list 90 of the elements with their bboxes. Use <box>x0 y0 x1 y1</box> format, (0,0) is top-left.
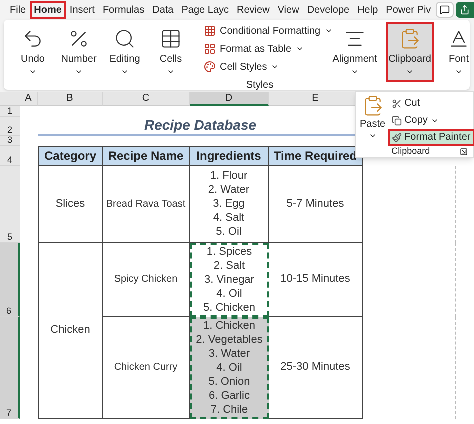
scissors-icon <box>392 98 402 108</box>
caret-icon <box>455 68 463 76</box>
ribbon-button[interactable]: Editing <box>104 22 146 82</box>
table-grid-icon <box>204 43 216 55</box>
ribbon-tab[interactable]: Help <box>354 1 382 19</box>
ingredient-text: 2. Vegetables <box>196 333 263 347</box>
ribbon-menu-item[interactable]: Format as Table <box>204 40 304 58</box>
font-color-icon <box>448 28 470 50</box>
ingredient-text: 5. Chicken <box>204 301 256 315</box>
column-header[interactable]: A <box>20 92 38 106</box>
row-header[interactable]: 3 <box>0 136 20 146</box>
share-icon <box>460 5 470 15</box>
ingredient-text: 2. Salt <box>214 259 246 273</box>
ingredient-text: 4. Oil <box>216 361 242 375</box>
menu-item[interactable]: Format Painter <box>388 129 474 146</box>
ribbon-tab[interactable]: Develope <box>303 1 354 19</box>
caret-icon <box>406 68 414 76</box>
ribbon-tab[interactable]: Power Piv <box>382 1 436 19</box>
ribbon-tab[interactable]: File <box>6 1 30 19</box>
ingredient-text: 5. Oil <box>216 225 242 239</box>
table-cell: Chicken <box>38 243 103 419</box>
ingredient-text: 1. Spices <box>206 245 252 259</box>
menu-item[interactable]: Copy <box>388 112 443 129</box>
column-heading: Recipe Name <box>103 146 190 166</box>
comment-icon <box>440 5 450 15</box>
column-heading: Category <box>38 146 103 166</box>
ribbon-tab[interactable]: Home <box>30 1 66 19</box>
ingredient-text: 4. Salt <box>213 211 245 225</box>
column-header[interactable]: B <box>38 92 103 106</box>
ingredient-text: 1. Chicken <box>204 319 256 333</box>
caret-icon <box>296 45 304 53</box>
menu-item[interactable]: Cut <box>388 95 424 112</box>
row-header[interactable]: 6 <box>0 243 20 317</box>
grid-icon <box>204 25 216 37</box>
table-cell: 5-7 Minutes <box>269 166 363 243</box>
ingredient-text: 5. Onion <box>208 375 250 389</box>
ingredient-text: 4. Oil <box>216 287 242 301</box>
caret-icon <box>121 68 129 76</box>
ribbon-tab[interactable]: Review <box>233 1 274 19</box>
column-header[interactable]: C <box>103 92 190 106</box>
ribbon-tab[interactable]: Data <box>148 1 178 19</box>
ingredient-text: 1. Flour <box>210 169 248 183</box>
column-heading: Ingredients <box>190 146 269 166</box>
undo-icon <box>22 28 44 50</box>
caret-icon <box>167 68 175 76</box>
column-heading: Time Required <box>269 146 363 166</box>
row-header[interactable]: 4 <box>0 146 20 166</box>
palette-icon <box>204 61 216 73</box>
caret-icon <box>324 27 333 35</box>
group-label: Clipboard <box>392 146 430 157</box>
table-cell: Slices <box>38 166 103 243</box>
caret-icon <box>271 63 280 71</box>
caret-icon <box>29 68 37 76</box>
ribbon-tab[interactable]: Page Layc <box>178 1 234 19</box>
ingredient-text: 3. Egg <box>213 197 245 211</box>
caret-icon <box>75 68 83 76</box>
row-header[interactable]: 1 <box>0 106 20 117</box>
ribbon-button[interactable]: Cells <box>150 22 192 82</box>
ribbon-button[interactable]: Number <box>58 22 100 82</box>
share-button[interactable] <box>456 2 474 18</box>
ribbon-button[interactable]: Undo <box>12 22 54 82</box>
dialog-launcher-icon <box>460 148 468 156</box>
row-header[interactable]: 5 <box>0 166 20 243</box>
paintbrush-icon <box>392 132 402 142</box>
percent-icon <box>68 28 90 50</box>
table-cell: 10-15 Minutes <box>269 243 363 317</box>
caret-icon <box>368 132 377 140</box>
ribbon-tab[interactable]: View <box>274 1 304 19</box>
paste-button[interactable]: Paste <box>360 95 386 157</box>
column-header[interactable]: D <box>190 92 269 106</box>
comments-button[interactable] <box>436 2 454 18</box>
search-icon <box>114 28 136 50</box>
ribbon-tab[interactable]: Insert <box>66 1 99 19</box>
row-header[interactable]: 2 <box>0 117 20 136</box>
ribbon-tab[interactable]: Formulas <box>98 1 149 19</box>
ingredient-text: 2. Water <box>208 183 250 197</box>
caret-icon <box>351 68 359 76</box>
clipboard-icon <box>399 28 421 50</box>
ribbon-button[interactable]: Font <box>438 22 474 82</box>
ribbon-button[interactable]: Clipboard <box>386 22 434 82</box>
ingredient-text: 6. Garlic <box>209 389 250 403</box>
table-cell: 25-30 Minutes <box>269 317 363 419</box>
ingredient-text: 3. Vinegar <box>204 273 254 287</box>
ribbon-menu-item[interactable]: Cell Styles <box>204 58 280 76</box>
table-icon <box>160 28 182 50</box>
ingredient-text: 7. Chile <box>210 403 248 417</box>
row-header[interactable]: 7 <box>0 317 20 419</box>
ingredient-text: 3. Water <box>208 347 250 361</box>
group-label: Styles <box>246 79 274 93</box>
copy-icon <box>392 116 402 126</box>
